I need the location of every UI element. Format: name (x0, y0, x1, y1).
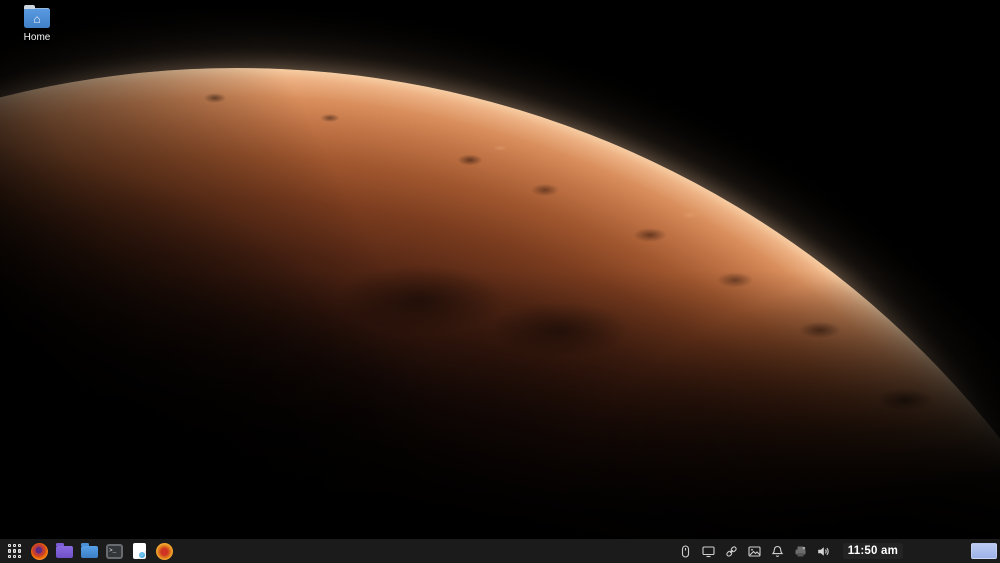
taskbar-clock[interactable]: 11:50 am (843, 543, 903, 559)
app-grid-icon (8, 544, 22, 558)
mouse-tray-button[interactable] (678, 541, 693, 561)
house-glyph: ⌂ (24, 9, 50, 28)
file-manager-purple-button[interactable] (55, 541, 74, 561)
blue-folder-icon (81, 546, 98, 558)
notifications-tray-button[interactable] (770, 541, 785, 561)
text-editor-button[interactable] (130, 541, 149, 561)
taskbar-left: >_ (5, 541, 174, 561)
text-editor-icon (133, 543, 146, 559)
orange-app-icon (156, 543, 173, 560)
terminal-button[interactable]: >_ (105, 541, 124, 561)
taskbar-right: 11:50 am (678, 541, 997, 561)
desktop-icon-label: Home (24, 32, 51, 43)
desktop-icon-home[interactable]: ⌂ Home (11, 8, 63, 43)
desktop-preview-thumbnail[interactable] (971, 543, 997, 559)
mouse-icon (679, 545, 692, 558)
display-icon (702, 545, 715, 558)
terminal-prompt-glyph: >_ (108, 546, 121, 557)
volume-tray-button[interactable] (816, 541, 831, 561)
link-icon (725, 545, 738, 558)
image-icon (748, 545, 761, 558)
image-tray-button[interactable] (747, 541, 762, 561)
printer-icon (794, 545, 807, 558)
link-tray-button[interactable] (724, 541, 739, 561)
desktop-screen: ⌂ Home >_ (0, 0, 1000, 563)
file-manager-blue-button[interactable] (80, 541, 99, 561)
software-center-button[interactable] (155, 541, 174, 561)
home-folder-icon: ⌂ (24, 8, 50, 28)
wallpaper (0, 0, 1000, 563)
display-tray-button[interactable] (701, 541, 716, 561)
volume-icon (817, 545, 830, 558)
purple-folder-icon (56, 546, 73, 558)
printer-tray-button[interactable] (793, 541, 808, 561)
notifications-bell-icon (771, 545, 784, 558)
firefox-button[interactable] (30, 541, 49, 561)
app-menu-button[interactable] (5, 541, 24, 561)
terminal-icon: >_ (106, 544, 123, 559)
taskbar: >_ (0, 539, 1000, 563)
firefox-icon (31, 543, 48, 560)
wallpaper-shading (0, 0, 1000, 563)
